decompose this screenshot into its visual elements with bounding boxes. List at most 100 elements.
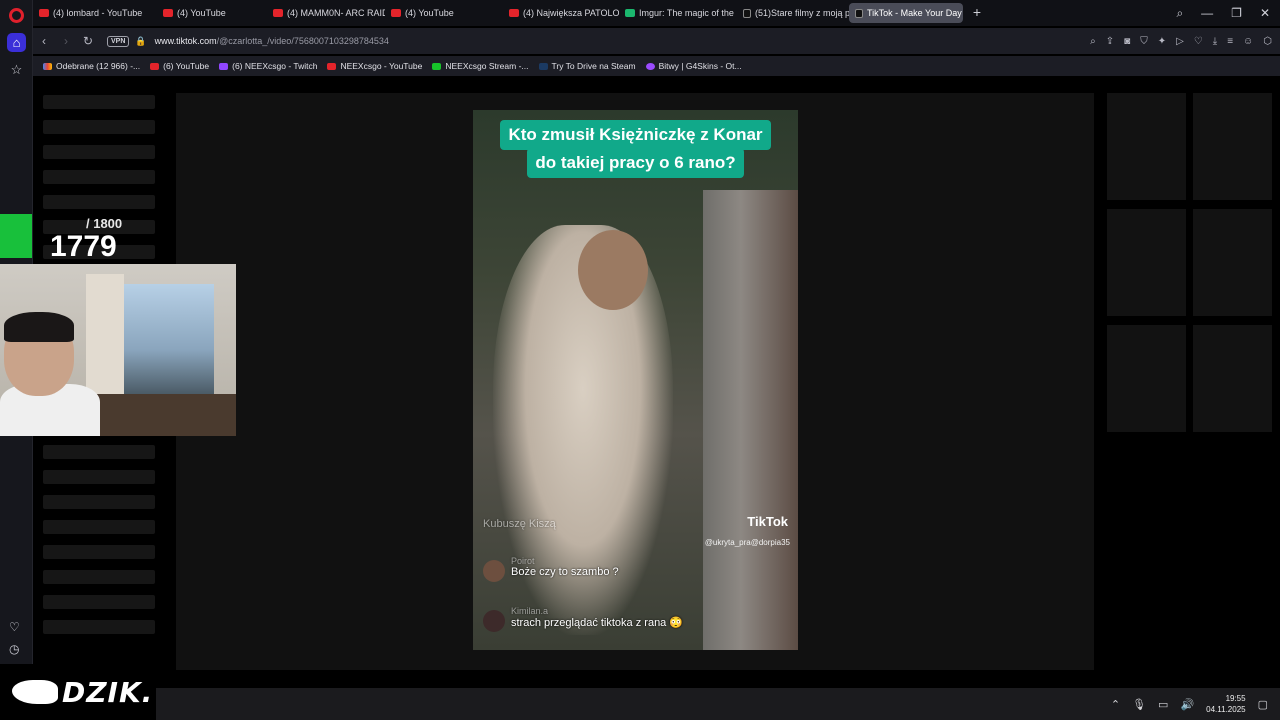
microphone-icon[interactable]: 🎙 bbox=[1132, 698, 1146, 711]
clock-time: 19:55 bbox=[1225, 694, 1246, 703]
profile-icon[interactable]: ☺ bbox=[1243, 36, 1253, 47]
play-icon[interactable]: ▷ bbox=[1176, 36, 1184, 47]
comment-overlay: Kimilan.a strach przeglądać tiktoka z ran… bbox=[483, 606, 683, 632]
bookmark-item[interactable]: (6) YouTube bbox=[150, 61, 209, 71]
skeleton-line bbox=[43, 545, 155, 559]
tiktok-handle: @ukryta_pra@dorpia35 bbox=[704, 538, 790, 547]
chevron-up-icon[interactable]: ⌃ bbox=[1111, 698, 1120, 711]
shield-icon[interactable]: ⛉ bbox=[1140, 36, 1148, 47]
vpn-badge[interactable]: VPN bbox=[107, 35, 130, 47]
star-icon[interactable]: ☆ bbox=[7, 60, 26, 79]
bookmark-item[interactable]: Odebrane (12 966) -... bbox=[43, 61, 140, 71]
address-bar: ‹ › ↻ VPN 🔒 www.tiktok.com/@czarlotta_/v… bbox=[33, 28, 1280, 54]
skeleton-line bbox=[43, 470, 155, 484]
skeleton-card bbox=[1193, 325, 1272, 432]
camera-icon[interactable]: ◙ bbox=[1124, 36, 1130, 47]
skeleton-line bbox=[43, 620, 155, 634]
bookmarks-bar: Odebrane (12 966) -... (6) YouTube (6) NEE… bbox=[33, 56, 1280, 76]
youtube-icon bbox=[150, 62, 160, 70]
tab-label: TikTok - Make Your Day bbox=[867, 8, 962, 18]
network-icon[interactable]: ▭ bbox=[1158, 698, 1168, 711]
home-icon[interactable]: ⌂ bbox=[7, 33, 26, 52]
webcam-overlay bbox=[0, 264, 236, 436]
boar-icon bbox=[12, 680, 58, 704]
heart-icon[interactable]: ♡ bbox=[9, 620, 20, 634]
tab-label: (4) lombard - YouTube bbox=[53, 8, 143, 18]
skeleton-line bbox=[43, 120, 155, 134]
notifications-icon[interactable]: ▢ bbox=[1258, 698, 1268, 711]
tab-label: (4) Największa PATOLOGIA bbox=[523, 8, 619, 18]
tab-8[interactable]: TikTok - Make Your Day bbox=[849, 3, 963, 23]
skeleton-line bbox=[43, 520, 155, 534]
volume-icon[interactable]: 🔊 bbox=[1180, 698, 1194, 711]
extension-icon[interactable]: ✦ bbox=[1158, 36, 1166, 47]
tab-5[interactable]: (4) Największa PATOLOGIA bbox=[503, 3, 619, 23]
close-icon[interactable]: ✕ bbox=[1260, 6, 1270, 20]
download-icon[interactable]: ⤓ bbox=[1213, 36, 1217, 47]
tab-4[interactable]: (4) YouTube bbox=[385, 3, 503, 23]
favorite-icon[interactable]: ♡ bbox=[1194, 36, 1203, 47]
kick-icon bbox=[432, 62, 442, 70]
forward-icon[interactable]: › bbox=[55, 34, 77, 48]
counter-badge bbox=[0, 214, 32, 258]
tab-2[interactable]: (4) YouTube bbox=[157, 3, 267, 23]
bookmark-item[interactable]: Bitwy | G4Skins - Ot... bbox=[645, 61, 742, 71]
url-host: www.tiktok.com bbox=[154, 36, 217, 46]
maximize-icon[interactable]: ❐ bbox=[1231, 6, 1242, 20]
skeleton-card bbox=[1193, 209, 1272, 316]
youtube-icon bbox=[391, 9, 401, 17]
tiktok-video[interactable]: Kto zmusił Księżniczkę z Konar do takiej… bbox=[473, 110, 798, 650]
tiktok-icon bbox=[855, 8, 863, 18]
tab-label: Imgur: The magic of the In bbox=[639, 8, 737, 18]
caption-line-1: Kto zmusił Księżniczkę z Konar bbox=[500, 120, 771, 150]
webcam-window bbox=[124, 284, 214, 394]
cube-icon[interactable]: ⬡ bbox=[1263, 36, 1272, 47]
tab-7[interactable]: (51)Stare filmy z moją prz bbox=[737, 3, 849, 23]
gmail-icon bbox=[43, 62, 52, 70]
tiktok-watermark: TikTok bbox=[747, 514, 788, 529]
lock-icon[interactable]: 🔒 bbox=[135, 36, 146, 47]
share-icon[interactable]: ⇪ bbox=[1106, 36, 1114, 47]
history-icon[interactable]: ◷ bbox=[9, 642, 19, 656]
bookmark-item[interactable]: NEEXcsgo Stream -... bbox=[432, 61, 529, 71]
minimize-icon[interactable]: — bbox=[1201, 6, 1213, 20]
bookmark-item[interactable]: Try To Drive na Steam bbox=[538, 61, 636, 71]
menu-icon[interactable]: ≡ bbox=[1227, 36, 1233, 47]
clock[interactable]: 19:55 04.11.2025 bbox=[1206, 693, 1245, 715]
tab-label: (4) YouTube bbox=[177, 8, 226, 18]
skeleton-line bbox=[43, 170, 155, 184]
skeleton-line bbox=[43, 145, 155, 159]
caption-area: Kto zmusił Księżniczkę z Konar do takiej… bbox=[473, 110, 798, 190]
video-frame-wall bbox=[703, 190, 798, 650]
video-frame-head bbox=[578, 230, 648, 310]
tab-1[interactable]: (4) lombard - YouTube bbox=[33, 3, 157, 23]
imgur-icon bbox=[625, 9, 635, 17]
bookmark-label: Bitwy | G4Skins - Ot... bbox=[658, 61, 742, 71]
youtube-icon bbox=[273, 9, 283, 17]
skeleton-line bbox=[43, 445, 155, 459]
avatar bbox=[483, 610, 505, 632]
tab-label: (4) YouTube bbox=[405, 8, 454, 18]
bookmark-label: NEEXcsgo Stream -... bbox=[445, 61, 529, 71]
skeleton-card bbox=[1107, 325, 1186, 432]
comment-overlay: Poirot Boże czy to szambo ? bbox=[483, 556, 619, 582]
tab-3[interactable]: (4) MAMM0N- ARC RAIDE bbox=[267, 3, 385, 23]
window-controls: ⌕ — ❐ ✕ bbox=[1176, 0, 1280, 26]
new-tab-button[interactable]: + bbox=[969, 5, 985, 21]
bookmark-item[interactable]: NEEXcsgo - YouTube bbox=[327, 61, 422, 71]
search-tabs-icon[interactable]: ⌕ bbox=[1176, 6, 1183, 21]
opera-logo-icon[interactable] bbox=[9, 8, 24, 23]
tiktok-icon bbox=[743, 8, 751, 18]
back-icon[interactable]: ‹ bbox=[33, 34, 55, 48]
bookmark-label: NEEXcsgo - YouTube bbox=[340, 61, 423, 71]
skeleton-card bbox=[1107, 93, 1186, 200]
bookmark-item[interactable]: (6) NEEXcsgo - Twitch bbox=[219, 61, 317, 71]
twitch-icon bbox=[219, 62, 229, 70]
reload-icon[interactable]: ↻ bbox=[77, 34, 99, 48]
url-field[interactable]: www.tiktok.com/@czarlotta_/video/7568007… bbox=[155, 36, 389, 46]
search-icon[interactable]: ⌕ bbox=[1090, 36, 1096, 47]
comment-author: Kimilan.a bbox=[511, 606, 549, 616]
skeleton-line bbox=[43, 570, 155, 584]
tab-6[interactable]: Imgur: The magic of the In bbox=[619, 3, 737, 23]
bookmark-label: (6) YouTube bbox=[163, 61, 210, 71]
